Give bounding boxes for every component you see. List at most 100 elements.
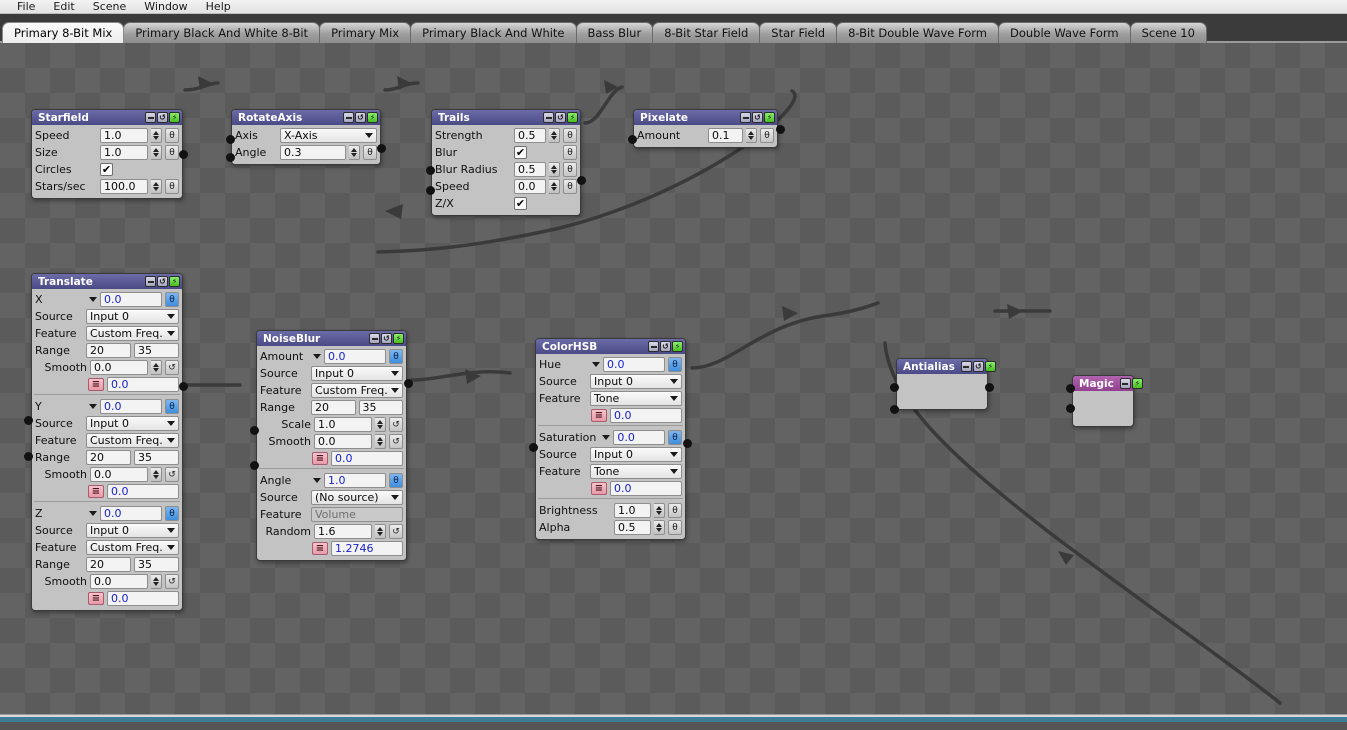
node-graph-canvas[interactable]: Starfield ↺ ⚡ Speed 1.0 θ Size 1.0 θ Cir… <box>0 43 1347 722</box>
tab-8-bit-star-field[interactable]: 8-Bit Star Field <box>652 22 761 43</box>
speed-input[interactable]: 0.0 <box>514 179 546 194</box>
scale-input[interactable]: 1.0 <box>314 417 372 432</box>
stars-per-sec-link-icon[interactable]: θ <box>165 179 179 194</box>
power-icon[interactable]: ⚡ <box>764 112 775 123</box>
power-icon[interactable]: ⚡ <box>393 333 404 344</box>
stars-per-sec-input[interactable]: 100.0 <box>100 179 148 194</box>
y-equation-icon[interactable]: ≡ <box>88 485 104 498</box>
zx-checkbox[interactable]: ✔ <box>514 197 527 210</box>
tab-8-bit-double-wave-form[interactable]: 8-Bit Double Wave Form <box>836 22 999 43</box>
minimize-icon[interactable] <box>960 361 972 372</box>
minimize-icon[interactable] <box>145 112 156 123</box>
scale-stepper[interactable] <box>375 417 386 432</box>
blur-radius-input[interactable]: 0.5 <box>514 162 546 177</box>
saturation-link-icon[interactable]: θ <box>668 430 682 445</box>
y-link-icon[interactable]: θ <box>165 399 179 414</box>
minimize-icon[interactable] <box>740 112 751 123</box>
blur-checkbox[interactable]: ✔ <box>514 146 527 159</box>
cycle-icon[interactable]: ↺ <box>157 112 168 123</box>
menu-item-edit[interactable]: Edit <box>44 0 83 13</box>
alpha-stepper[interactable] <box>654 520 665 535</box>
saturation-value-input[interactable]: 0.0 <box>613 430 665 445</box>
node-rotateaxis[interactable]: RotateAxis ↺ ⚡ Axis X-Axis Angle 0.3 θ <box>226 109 386 165</box>
node-header-magic[interactable]: Magic ⚡ <box>1073 376 1143 391</box>
blur-radius-link-icon[interactable]: θ <box>563 162 577 177</box>
speed-stepper[interactable] <box>549 179 560 194</box>
angle-stepper[interactable] <box>349 145 360 160</box>
amount-equation-icon[interactable]: ≡ <box>312 452 328 465</box>
amount-source-select[interactable]: Input 0 <box>311 366 403 381</box>
speed-input[interactable]: 1.0 <box>100 128 148 143</box>
angle-equation-icon[interactable]: ≡ <box>312 542 328 555</box>
node-header-noiseblur[interactable]: NoiseBlur ↺ ⚡ <box>257 331 406 346</box>
hue-equation-icon[interactable]: ≡ <box>591 409 607 422</box>
input-port-1[interactable] <box>24 452 33 461</box>
tab-double-wave-form[interactable]: Double Wave Form <box>998 22 1131 43</box>
amount-link-icon[interactable]: θ <box>760 128 774 143</box>
input-port-0[interactable] <box>250 426 259 435</box>
alpha-input[interactable]: 0.5 <box>614 520 651 535</box>
z-value-input[interactable]: 0.0 <box>100 506 162 521</box>
y-equation-value[interactable]: 0.0 <box>107 484 179 499</box>
amount-feature-select[interactable]: Custom Freq. <box>311 383 403 398</box>
saturation-equation-value[interactable]: 0.0 <box>610 481 682 496</box>
menu-item-help[interactable]: Help <box>197 0 240 13</box>
node-header-antialias[interactable]: Antialias ↺ ⚡ <box>897 359 996 374</box>
angle-source-select[interactable]: (No source) <box>311 490 403 505</box>
node-trails[interactable]: Trails ↺ ⚡ Strength 0.5 θ Blur ✔ θ Blur … <box>426 109 586 216</box>
hue-link-icon[interactable]: θ <box>668 357 682 372</box>
saturation-source-select[interactable]: Input 0 <box>590 447 682 462</box>
x-smooth-input[interactable]: 0.0 <box>90 360 148 375</box>
node-header-translate[interactable]: Translate ↺ ⚡ <box>32 274 182 289</box>
stars-per-sec-stepper[interactable] <box>151 179 162 194</box>
z-feature-select[interactable]: Custom Freq. <box>86 540 179 555</box>
cycle-icon[interactable]: ↺ <box>752 112 763 123</box>
output-port[interactable] <box>985 383 994 392</box>
input-port-1[interactable] <box>890 405 899 414</box>
speed-stepper[interactable] <box>151 128 162 143</box>
node-colorhsb[interactable]: ColorHSB ↺ ⚡ Hue 0.0 θ Source Input 0 Fe… <box>529 338 692 540</box>
tab-bass-blur[interactable]: Bass Blur <box>575 22 654 43</box>
chevron-down-icon[interactable] <box>89 297 97 302</box>
angle-link-icon[interactable]: θ <box>389 473 403 488</box>
minimize-icon[interactable] <box>369 333 380 344</box>
speed-link-icon[interactable]: θ <box>563 179 577 194</box>
tab-star-field[interactable]: Star Field <box>759 22 838 43</box>
y-source-select[interactable]: Input 0 <box>86 416 179 431</box>
output-port[interactable] <box>377 144 386 153</box>
power-icon[interactable]: ⚡ <box>567 112 578 123</box>
strength-input[interactable]: 0.5 <box>514 128 546 143</box>
y-range-max-input[interactable]: 35 <box>134 450 179 465</box>
node-header-rotateaxis[interactable]: RotateAxis ↺ ⚡ <box>232 110 380 125</box>
power-icon[interactable]: ⚡ <box>169 112 180 123</box>
input-port-1[interactable] <box>1066 404 1075 413</box>
minimize-icon[interactable] <box>543 112 554 123</box>
z-equation-value[interactable]: 0.0 <box>107 591 179 606</box>
z-source-select[interactable]: Input 0 <box>86 523 179 538</box>
power-icon[interactable]: ⚡ <box>169 276 180 287</box>
output-port[interactable] <box>404 379 413 388</box>
tab-primary-mix[interactable]: Primary Mix <box>319 22 412 43</box>
node-starfield[interactable]: Starfield ↺ ⚡ Speed 1.0 θ Size 1.0 θ Cir… <box>31 109 188 199</box>
minimize-icon[interactable] <box>648 341 659 352</box>
strength-link-icon[interactable]: θ <box>563 128 577 143</box>
z-range-max-input[interactable]: 35 <box>134 557 179 572</box>
tab-primary-black-and-white[interactable]: Primary Black And White <box>410 22 577 43</box>
output-port[interactable] <box>179 382 188 391</box>
strength-stepper[interactable] <box>549 128 560 143</box>
node-pixelate[interactable]: Pixelate ↺ ⚡ Amount 0.1 θ <box>628 109 785 148</box>
size-stepper[interactable] <box>151 145 162 160</box>
brightness-input[interactable]: 1.0 <box>614 503 651 518</box>
output-port[interactable] <box>776 125 785 134</box>
brightness-stepper[interactable] <box>654 503 665 518</box>
input-port[interactable] <box>529 443 538 452</box>
z-smooth-input[interactable]: 0.0 <box>90 574 148 589</box>
amount-range-max-input[interactable]: 35 <box>358 400 403 415</box>
x-range-min-input[interactable]: 20 <box>86 343 131 358</box>
scrollbar-thumb[interactable] <box>0 717 1347 722</box>
angle-value-input[interactable]: 1.0 <box>324 473 386 488</box>
cycle-icon[interactable]: ↺ <box>555 112 566 123</box>
input-port[interactable] <box>628 135 637 144</box>
z-smooth-stepper[interactable] <box>151 574 162 589</box>
cycle-icon[interactable]: ↺ <box>355 112 366 123</box>
